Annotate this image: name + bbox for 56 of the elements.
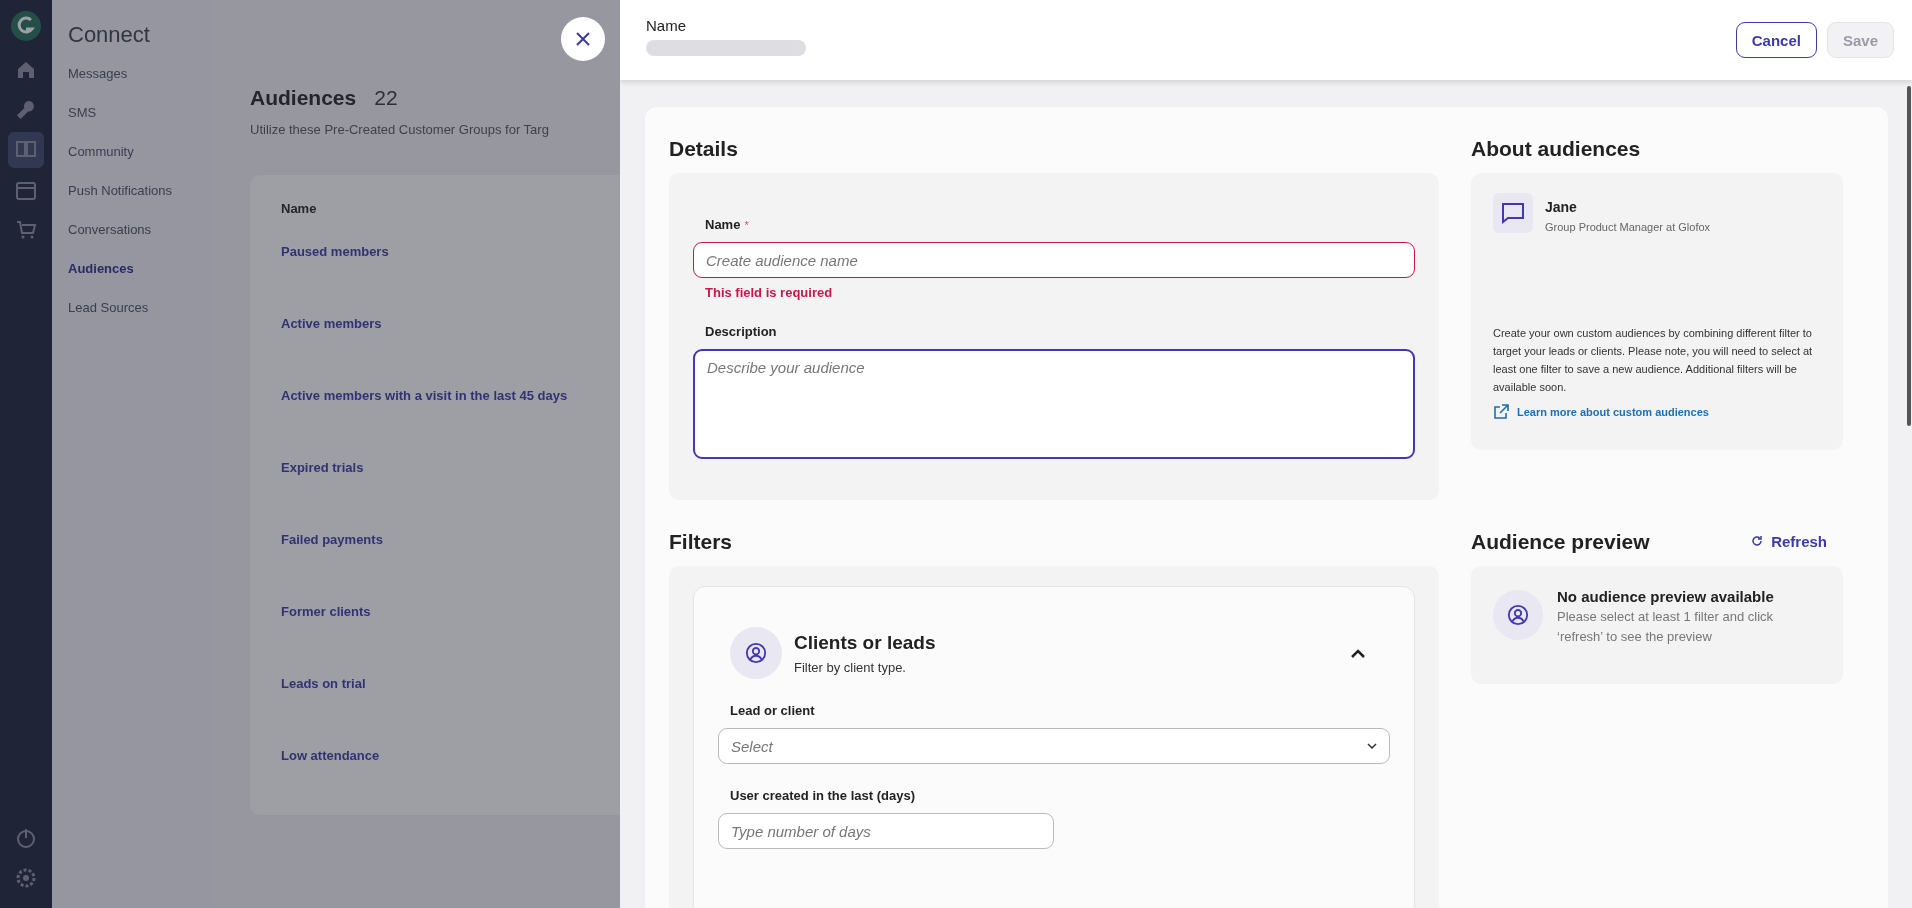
count-label: 22 (374, 86, 398, 110)
empty-title: No audience preview available (1557, 588, 1775, 605)
filter-title: Clients or leads (794, 631, 936, 654)
text-area[interactable]: Describe your audience (693, 349, 1415, 459)
refresh-icon (1751, 535, 1764, 547)
field-label: Lead or client (730, 703, 816, 718)
required-mark: * (744, 219, 749, 231)
refresh-button[interactable]: Refresh (1751, 532, 1827, 550)
scrollbar[interactable] (1907, 86, 1911, 426)
field-label: Name (705, 217, 741, 232)
table-link[interactable]: Failed payments (281, 532, 383, 547)
sidebar-item[interactable]: Conversations (68, 222, 212, 261)
table-link[interactable]: Active members with a visit in the last 45 days (281, 388, 568, 403)
page-title: Audiences (250, 86, 357, 110)
column-header: Name (281, 201, 318, 216)
about-text: Create your own custom audiences by combining different filter to target your leads or clients. Please note, you will need to select at least one filter to save a new audience. Additional filters will be available soon. (1493, 326, 1814, 395)
sidebar-item[interactable]: Lead Sources (68, 300, 212, 339)
chat-bubble-icon (1501, 202, 1525, 224)
section-title: Details (669, 137, 739, 161)
table-link[interactable]: Former clients (281, 604, 371, 619)
filter-subtitle: Filter by client type. (794, 659, 907, 675)
chevron-down-icon (1367, 743, 1377, 749)
input-field[interactable]: Type number of days (718, 813, 1054, 849)
sidebar-item[interactable]: Messages (68, 66, 212, 105)
field-label: User created in the last (days) (730, 788, 916, 803)
chevron-up-icon[interactable] (1350, 648, 1366, 658)
person-icon (730, 627, 782, 679)
sidebar-item[interactable]: SMS (68, 105, 212, 144)
close-icon (574, 30, 592, 48)
learn-more-link[interactable]: Learn more about custom audiences (1517, 406, 1709, 418)
sidebar-item[interactable]: Audiences (68, 261, 212, 300)
table-link[interactable]: Expired trials (281, 460, 364, 475)
nav-icon[interactable] (8, 132, 44, 168)
empty-text: Please select at least 1 filter and click ‘refresh’ to see the preview (1557, 608, 1775, 646)
author-role: Group Product Manager at Glofox (1545, 221, 1711, 233)
input-field[interactable]: Create audience name (693, 242, 1415, 278)
section-title: Connect (68, 22, 151, 48)
page-subtitle: Utilize these Pre-Created Customer Groups for Targ (250, 122, 550, 137)
sidebar-item[interactable]: Community (68, 144, 212, 183)
external-link-icon (1493, 404, 1509, 420)
select-dropdown[interactable]: Select (718, 728, 1390, 764)
error-message: This field is required (705, 285, 834, 300)
table-link[interactable]: Leads on trial (281, 676, 366, 691)
field-label: Description (705, 324, 778, 339)
table-link[interactable]: Paused members (281, 244, 389, 259)
person-icon (1493, 590, 1543, 640)
section-title: About audiences (1471, 137, 1642, 161)
cancel-button[interactable]: Cancel (1735, 22, 1817, 58)
sidebar-item[interactable]: Push Notifications (68, 183, 212, 222)
logo-icon[interactable] (10, 10, 42, 42)
section-title: Filters (669, 530, 734, 554)
author-name: Jane (1545, 199, 1578, 215)
section-title: Audience preview (1471, 530, 1650, 554)
table-link[interactable]: Active members (281, 316, 382, 331)
table-link[interactable]: Low attendance (281, 748, 380, 763)
header-label: Name (646, 17, 687, 34)
